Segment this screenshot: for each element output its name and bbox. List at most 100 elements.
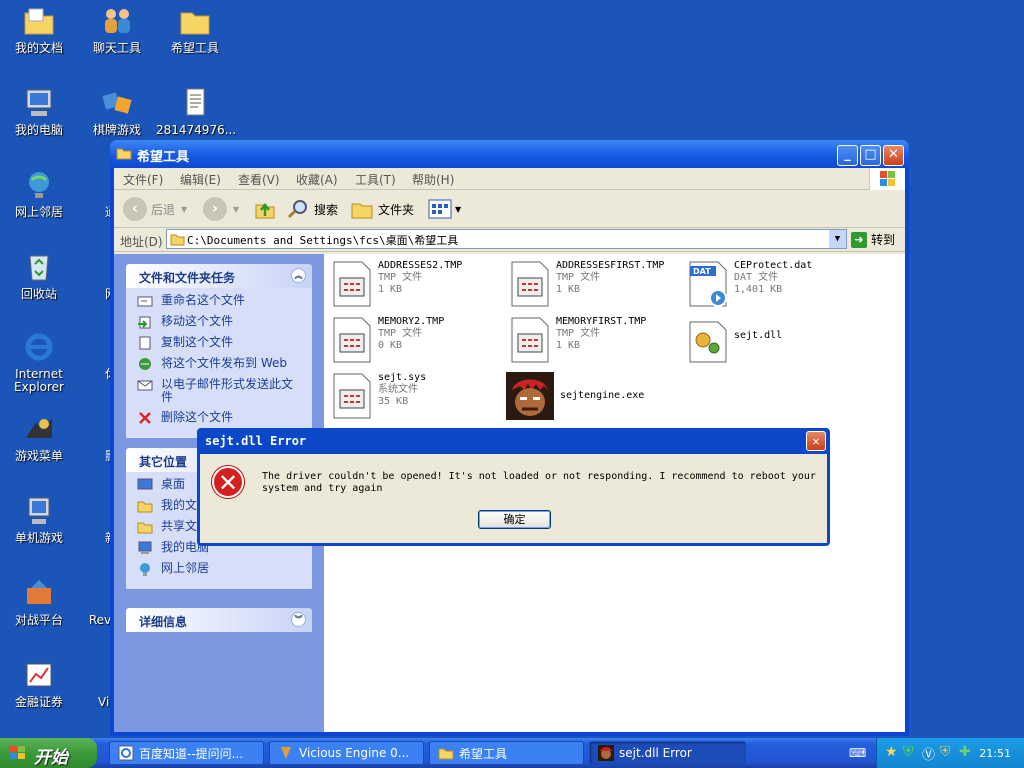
finance-icon [26, 663, 52, 687]
dialog-close-button[interactable]: ✕ [806, 431, 826, 451]
menu-tools[interactable]: 工具(T) [355, 171, 396, 188]
menu-edit[interactable]: 编辑(E) [180, 171, 221, 188]
start-button[interactable]: 开始 [0, 738, 97, 768]
dialog-title-bar[interactable]: sejt.dll Error ✕ [197, 428, 830, 454]
address-dropdown-icon[interactable]: ▼ [829, 230, 846, 248]
menu-favorites[interactable]: 收藏(A) [296, 171, 338, 188]
title-bar[interactable]: 希望工具 _ □ ✕ [110, 140, 909, 168]
desktop-icon-board-games[interactable]: 棋牌游戏 [78, 86, 156, 137]
desktop-icon-hope-tools[interactable]: 希望工具 [156, 4, 234, 55]
people-icon [105, 9, 130, 33]
back-button[interactable]: ‹ 后退 ▼ [123, 197, 187, 221]
security-icon[interactable]: ⛨ [940, 744, 951, 760]
taskbar: 开始 百度知道--提问问... Vicious Engine 0... 希望工具… [0, 738, 1024, 768]
ok-button[interactable]: 确定 [478, 510, 551, 529]
menu-view[interactable]: 查看(V) [238, 171, 280, 188]
tmp-file-icon [511, 317, 549, 363]
task-publish-web[interactable]: 将这个文件发布到 Web [137, 357, 302, 371]
file-tasks-header[interactable]: 文件和文件夹任务 ︽ [126, 264, 312, 288]
ie-icon [25, 333, 53, 361]
views-button[interactable]: ▼ [428, 197, 461, 221]
chevron-down-icon: ▼ [455, 204, 462, 214]
shield-icon[interactable]: ⛨ [903, 744, 914, 760]
file-item[interactable]: sejt.dll [688, 316, 782, 364]
network-icon [140, 563, 150, 576]
task-move[interactable]: 移动这个文件 [137, 315, 302, 329]
file-item[interactable]: MEMORYFIRST.TMP TMP 文件 1 KB [510, 316, 646, 364]
search-button[interactable]: 搜索 [286, 197, 338, 221]
desktop-icon-game-menu[interactable]: 游戏菜单 [0, 412, 78, 463]
place-network[interactable]: 网上邻居 [137, 562, 302, 576]
minimize-button[interactable]: _ [837, 145, 858, 166]
desktop-icon-my-documents[interactable]: 我的文档 [0, 4, 78, 55]
desktop-icon-internet-explorer[interactable]: Internet Explorer [0, 330, 78, 394]
taskbar-item-hope-tools[interactable]: 希望工具 [429, 741, 584, 765]
task-rename[interactable]: 重命名这个文件 [137, 294, 302, 308]
file-item[interactable]: DAT CEProtect.dat DAT 文件 1,401 KB [688, 260, 812, 308]
taskbar-item-baidu[interactable]: 百度知道--提问问... [109, 741, 264, 765]
menu-bar: 文件(F) 编辑(E) 查看(V) 收藏(A) 工具(T) 帮助(H) [114, 168, 905, 190]
desktop-icon-text-file[interactable]: 281474976... [156, 86, 236, 137]
dll-gear-icon [689, 321, 727, 363]
folder-icon [351, 203, 373, 219]
menu-file[interactable]: 文件(F) [123, 171, 163, 188]
file-item[interactable]: sejt.sys 系统文件 35 KB [332, 372, 426, 420]
folder-icon [180, 12, 210, 35]
star-icon[interactable]: ★ [885, 744, 898, 760]
desktop-icon-single-games[interactable]: 单机游戏 [0, 494, 78, 545]
svg-text:DAT: DAT [693, 267, 711, 276]
desktop-icon-network[interactable]: 网上邻居 [0, 168, 78, 219]
system-tray: ★ ⛨ Ⓥ ⛨ ✚ 21:51 [876, 738, 1024, 768]
task-delete[interactable]: 删除这个文件 [137, 411, 302, 425]
dialog-title: sejt.dll Error [205, 434, 307, 448]
details-group: 详细信息 ︾ [126, 608, 312, 632]
taskbar-item-vicious-engine[interactable]: Vicious Engine 0... [269, 741, 424, 765]
maximize-button[interactable]: □ [860, 145, 881, 166]
file-item[interactable]: ADDRESSES2.TMP TMP 文件 1 KB [332, 260, 462, 308]
address-input[interactable]: C:\Documents and Settings\fcs\桌面\希望工具 ▼ [166, 229, 847, 249]
close-button[interactable]: ✕ [883, 145, 904, 166]
dialog-body: ✕ The driver couldn't be opened! It's no… [200, 454, 827, 543]
forward-button[interactable]: › ▼ [203, 197, 239, 221]
rename-icon [137, 296, 153, 307]
file-item[interactable]: ADDRESSESFIRST.TMP TMP 文件 1 KB [510, 260, 664, 308]
toolbar: ‹ 后退 ▼ › ▼ 搜索 文件夹 ▼ [114, 190, 905, 228]
network-icon [29, 172, 49, 198]
collapse-icon[interactable]: ︽ [291, 268, 306, 283]
file-tasks-list: 重命名这个文件 移动这个文件 复制这个文件 将这个文件发布到 Web 以电子邮件… [126, 288, 312, 438]
task-email[interactable]: 以电子邮件形式发送此文件 [137, 378, 302, 404]
tmp-file-icon [333, 261, 371, 307]
details-header[interactable]: 详细信息 ︾ [126, 608, 312, 632]
keyboard-icon[interactable]: ⌨ [849, 746, 866, 760]
battle-platform-icon [27, 580, 51, 604]
address-label: 地址(D) [120, 235, 163, 249]
tmp-file-icon [511, 261, 549, 307]
computer-icon [28, 497, 50, 524]
computer-icon [26, 89, 52, 116]
engine-icon [281, 747, 291, 759]
file-item[interactable]: MEMORY2.TMP TMP 文件 0 KB [332, 316, 444, 364]
desktop-icon-recycle-bin[interactable]: 回收站 [0, 250, 78, 301]
exe-character-icon [598, 745, 614, 761]
desktop-icon-battle-platform[interactable]: 对战平台 [0, 576, 78, 627]
up-folder-button[interactable] [254, 197, 276, 221]
desktop-icon-my-computer[interactable]: 我的电脑 [0, 86, 78, 137]
taskbar-item-error[interactable]: sejt.dll Error [589, 741, 746, 765]
computer-icon [138, 541, 152, 554]
chevron-down-icon: ▼ [233, 204, 240, 214]
folder-icon [137, 522, 153, 534]
error-icon: ✕ [212, 466, 244, 498]
file-item[interactable]: sejtengine.exe [506, 372, 644, 420]
games-icon [102, 92, 132, 114]
desktop-icon-chat-tools[interactable]: 聊天工具 [78, 4, 156, 55]
antivirus-icon[interactable]: Ⓥ [922, 744, 935, 763]
folder-icon [137, 501, 153, 513]
update-icon[interactable]: ✚ [959, 744, 971, 760]
menu-help[interactable]: 帮助(H) [412, 171, 454, 188]
expand-icon[interactable]: ︾ [291, 612, 306, 627]
desktop-icon-finance[interactable]: 金融证券 [0, 658, 78, 709]
go-button[interactable]: ➜ 转到 [851, 231, 895, 248]
folders-button[interactable]: 文件夹 [350, 197, 414, 221]
task-copy[interactable]: 复制这个文件 [137, 336, 302, 350]
dialog-message: The driver couldn't be opened! It's not … [262, 471, 816, 494]
